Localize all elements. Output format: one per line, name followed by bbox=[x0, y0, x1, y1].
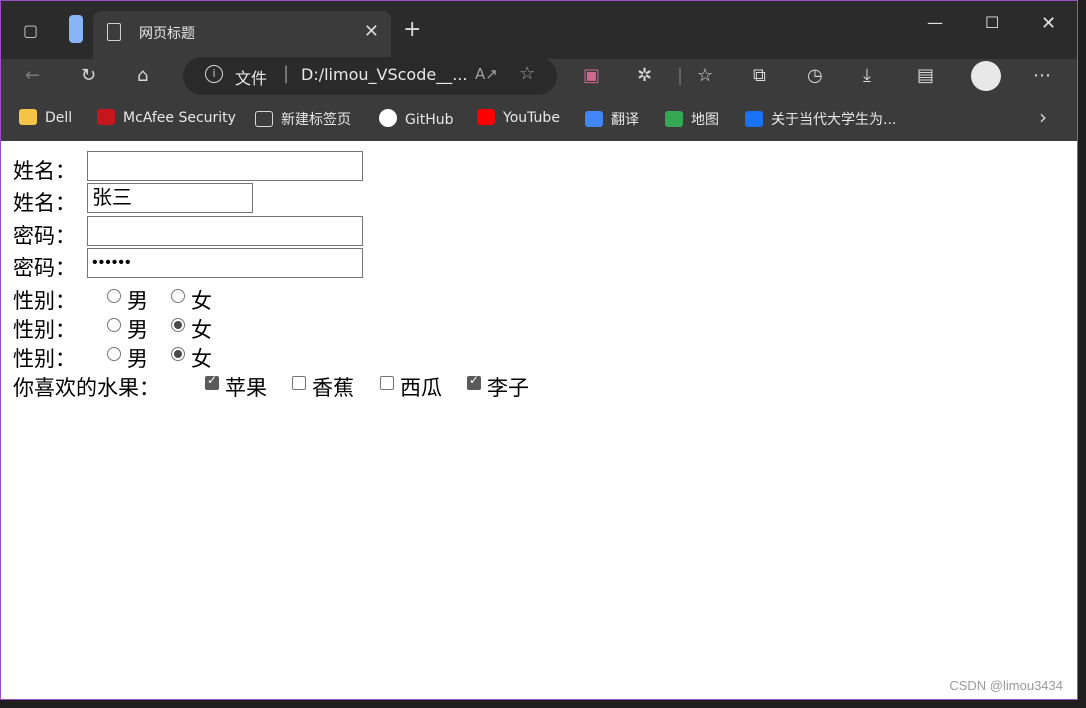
male-label: 男 bbox=[127, 318, 148, 342]
profile-avatar[interactable] bbox=[971, 61, 1001, 91]
info-icon[interactable]: i bbox=[205, 65, 223, 83]
github-icon bbox=[379, 109, 397, 127]
fruit-label-apple: 苹果 bbox=[225, 376, 267, 400]
watermark: CSDN @limou3434 bbox=[949, 678, 1063, 693]
bookmark-translate[interactable]: 翻译 bbox=[585, 109, 639, 129]
name-input[interactable] bbox=[87, 151, 363, 181]
password-label: 密码： bbox=[13, 224, 76, 248]
math-solver-icon[interactable]: ▤ bbox=[917, 65, 934, 86]
new-tab-page-icon bbox=[255, 111, 273, 127]
tab-active[interactable]: 网页标题 ✕ bbox=[93, 11, 391, 59]
name-input-filled[interactable]: 张三 bbox=[87, 183, 253, 213]
bookmark-zhihu[interactable]: 关于当代大学生为... bbox=[745, 109, 896, 129]
name-label: 姓名： bbox=[13, 159, 76, 183]
folder-icon bbox=[19, 109, 37, 125]
male-radio[interactable] bbox=[107, 289, 121, 303]
female-label: 女 bbox=[191, 289, 212, 313]
female-label: 女 bbox=[191, 318, 212, 342]
toolbar: ← ↻ ⌂ i 文件 | D:/limou_VScode__... A↗ ☆ ▣… bbox=[1, 57, 1077, 95]
male-radio[interactable] bbox=[107, 318, 121, 332]
toolbar-divider: | bbox=[677, 65, 684, 86]
vertical-tabs-icon[interactable] bbox=[69, 15, 83, 43]
extensions-icon[interactable]: ✲ bbox=[637, 65, 652, 86]
password-input-filled[interactable]: •••••• bbox=[87, 248, 363, 278]
url-text[interactable]: D:/limou_VScode__... bbox=[301, 65, 467, 84]
zhihu-icon bbox=[745, 111, 763, 127]
fruit-label: 你喜欢的水果： bbox=[13, 376, 160, 400]
minimize-icon[interactable]: — bbox=[927, 13, 943, 32]
bookmark-mcafee[interactable]: McAfee Security bbox=[97, 109, 236, 126]
fruit-label-banana: 香蕉 bbox=[312, 376, 354, 400]
tab-actions-icon[interactable]: ▢ bbox=[23, 21, 38, 40]
back-icon[interactable]: ← bbox=[25, 65, 40, 86]
name-label: 姓名： bbox=[13, 191, 76, 215]
bookmark-github[interactable]: GitHub bbox=[379, 109, 454, 128]
translate-icon bbox=[585, 111, 603, 127]
add-favorite-icon[interactable]: ☆ bbox=[519, 63, 535, 84]
female-radio[interactable] bbox=[171, 289, 185, 303]
maps-icon bbox=[665, 111, 683, 127]
female-radio-selected[interactable] bbox=[171, 318, 185, 332]
read-aloud-icon[interactable]: A↗ bbox=[475, 65, 498, 83]
page-content: 姓名： 姓名： 张三 密码： 密码： •••••• 性别： 男 女 性别： 男 … bbox=[1, 141, 1077, 699]
refresh-icon[interactable]: ↻ bbox=[81, 65, 96, 86]
browser-window: ▢ 网页标题 ✕ + — ☐ ✕ ← ↻ ⌂ i 文件 | D:/limou_V… bbox=[0, 0, 1078, 700]
fruit-checkbox-apple[interactable] bbox=[205, 373, 219, 390]
title-bar: ▢ 网页标题 ✕ + — ☐ ✕ bbox=[1, 1, 1077, 59]
gender-label: 性别： bbox=[13, 347, 76, 371]
female-radio-selected[interactable] bbox=[171, 347, 185, 361]
favorites-icon[interactable]: ☆ bbox=[697, 65, 713, 86]
bookmark-maps[interactable]: 地图 bbox=[665, 109, 719, 129]
gender-label: 性别： bbox=[13, 289, 76, 313]
scheme-label: 文件 bbox=[235, 69, 268, 88]
history-icon[interactable]: ◷ bbox=[807, 65, 823, 86]
bookmark-dell[interactable]: Dell bbox=[19, 109, 72, 126]
address-bar[interactable]: i 文件 | D:/limou_VScode__... A↗ ☆ bbox=[183, 57, 557, 95]
fruit-checkbox-plum[interactable] bbox=[467, 373, 481, 390]
close-tab-icon[interactable]: ✕ bbox=[364, 21, 379, 42]
female-label: 女 bbox=[191, 347, 212, 371]
male-radio[interactable] bbox=[107, 347, 121, 361]
new-tab-icon[interactable]: + bbox=[403, 17, 421, 42]
tab-title: 网页标题 bbox=[139, 26, 195, 42]
fruit-checkbox-watermelon[interactable] bbox=[380, 376, 394, 390]
bookmarks-bar: Dell McAfee Security 新建标签页 GitHub YouTub… bbox=[1, 95, 1077, 141]
password-input[interactable] bbox=[87, 216, 363, 246]
mcafee-icon bbox=[97, 109, 115, 125]
bookmark-youtube[interactable]: YouTube bbox=[477, 109, 560, 126]
collections-icon[interactable]: ⧉ bbox=[753, 65, 766, 86]
bookmark-new-tab[interactable]: 新建标签页 bbox=[255, 109, 351, 129]
male-label: 男 bbox=[127, 347, 148, 371]
downloads-icon[interactable]: ⤓ bbox=[863, 65, 871, 86]
more-options-icon[interactable]: ⋯ bbox=[1033, 65, 1051, 86]
fruit-checkbox-banana[interactable] bbox=[292, 376, 306, 390]
fruit-label-plum: 李子 bbox=[487, 376, 529, 400]
fruit-label-watermelon: 西瓜 bbox=[400, 376, 442, 400]
document-icon bbox=[107, 23, 121, 41]
password-label: 密码： bbox=[13, 256, 76, 280]
chevron-right-icon[interactable]: › bbox=[1039, 105, 1047, 129]
gender-label: 性别： bbox=[13, 318, 76, 342]
home-icon[interactable]: ⌂ bbox=[137, 65, 148, 86]
close-window-icon[interactable]: ✕ bbox=[1041, 13, 1056, 34]
maximize-icon[interactable]: ☐ bbox=[985, 13, 999, 32]
editor-background-strip bbox=[0, 700, 1086, 708]
address-separator: | bbox=[283, 63, 290, 84]
tv-extension-icon[interactable]: ▣ bbox=[583, 65, 600, 86]
youtube-icon bbox=[477, 109, 495, 125]
male-label: 男 bbox=[127, 289, 148, 313]
